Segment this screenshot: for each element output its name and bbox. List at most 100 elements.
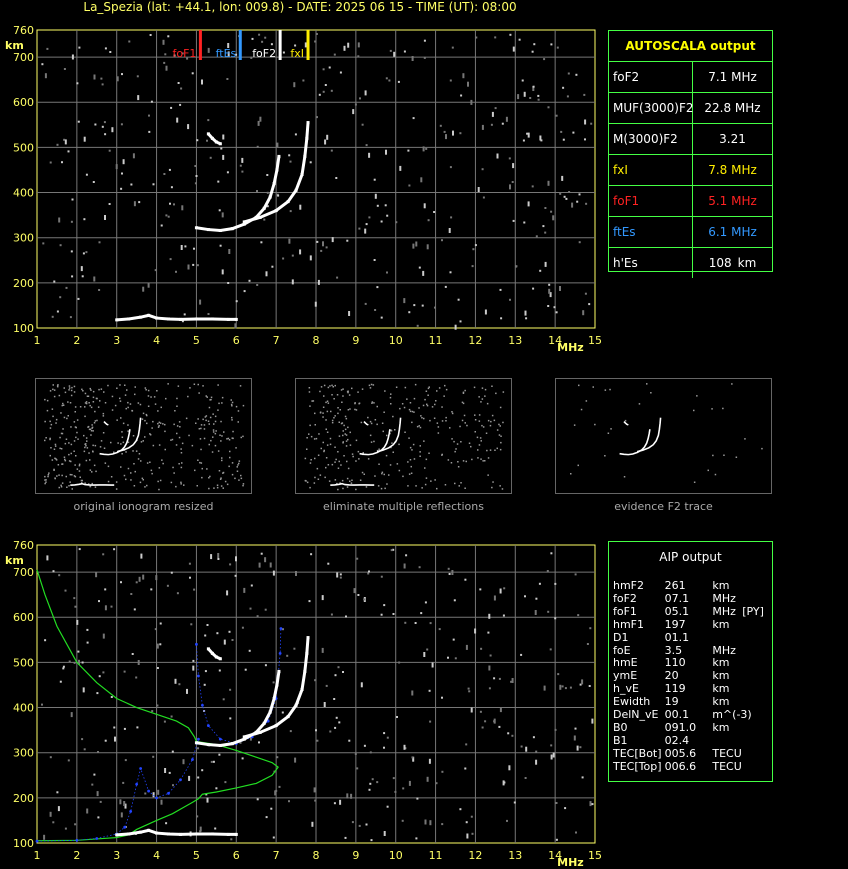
trace-point [275,168,279,172]
x-axis-label: MHz [557,856,584,869]
noise-dot [559,192,562,195]
noise-dot [581,679,584,685]
noise-dot [183,313,186,316]
noise-dot [351,821,354,824]
thumb-noise [347,426,349,429]
noise-dot [58,217,61,223]
thumb-noise [240,477,243,480]
y-tick-label: 300 [13,747,34,760]
noise-dot [196,815,199,818]
noise-dot [524,595,526,598]
thumb-noise [428,452,430,454]
thumb-noise [52,415,54,418]
thumb-noise [132,450,134,452]
thumb-noise [139,403,142,406]
noise-dot [67,759,70,762]
noise-dot [576,200,579,203]
thumb-noise [107,465,110,468]
x-tick-label: 8 [313,334,320,347]
noise-dot [42,242,45,245]
noise-dot [302,79,305,82]
noise-dot [156,704,159,707]
noise-dot [390,549,393,552]
thumb-noise [376,405,378,408]
noise-dot [330,149,333,152]
thumb-noise [144,387,147,389]
thumb-noise [434,403,436,406]
noise-dot [49,161,52,164]
noise-dot [201,79,203,85]
trace-point [300,687,304,691]
noise-dot [244,668,247,671]
noise-dot [550,754,553,760]
thumb-noise [141,477,144,480]
trace-point [210,651,214,655]
thumb-noise [456,443,459,445]
noise-dot [336,276,339,279]
thumb-noise [187,395,189,398]
thumb-noise [158,488,160,491]
noise-dot [164,768,167,773]
noise-dot [336,572,339,578]
noise-dot [51,315,54,318]
aip-flag [742,657,772,670]
thumb-noise [90,434,92,436]
noise-dot [579,746,582,749]
noise-dot [239,164,242,167]
thumb-noise [421,417,423,419]
thumb-noise [216,486,219,489]
noise-dot [175,270,177,273]
thumb-noise [424,483,427,486]
thumb-noise [78,463,81,466]
noise-dot [493,595,496,601]
thumb-noise [422,404,425,407]
noise-dot [59,680,62,683]
noise-dot [574,573,577,576]
noise-dot [70,712,73,718]
noise-dot [441,823,444,826]
noise-dot [41,63,44,66]
noise-dot [583,93,586,96]
noise-dot [44,73,47,79]
noise-dot [85,251,88,254]
trace-point [275,683,279,687]
thumb-noise [198,428,201,430]
noise-dot [316,116,318,119]
thumb-noise [54,445,57,447]
noise-dot [450,216,453,219]
thumb-noise [84,443,86,445]
aip-title: AIP output [659,550,722,564]
thumb-noise [331,394,333,396]
thumb-noise [53,389,56,391]
thumb-noise [416,425,419,428]
thumb-noise [425,390,428,392]
thumb-noise [317,454,320,456]
thumb-noise [314,424,316,426]
aip-flag [742,748,772,761]
thumb-noise [342,395,344,397]
thumb-noise [46,409,49,412]
thumb-noise [159,422,162,424]
thumb-noise [201,476,203,479]
thumb-noise [180,452,183,454]
noise-dot [46,555,49,561]
noise-dot [194,182,197,185]
autoscala-panel: AUTOSCALA output foF2 7.1 MHz MUF(3000)F2 2… [608,30,773,278]
thumb-noise [318,433,320,435]
thumb-noise [64,459,67,462]
noise-dot [424,819,427,825]
thumb-noise [345,417,348,420]
noise-dot [228,630,231,633]
thumb-noise [71,386,73,389]
thumb-noise [355,439,358,442]
noise-dot [92,181,95,183]
noise-dot [176,592,179,595]
thumb-noise [104,402,107,404]
noise-dot [543,685,546,691]
thumb-noise [377,485,380,487]
aip-value: 005.6 [664,746,697,760]
thumb-noise [319,474,322,476]
thumb-noise [60,448,63,450]
noise-dot [256,798,259,801]
noise-dot [465,821,468,824]
